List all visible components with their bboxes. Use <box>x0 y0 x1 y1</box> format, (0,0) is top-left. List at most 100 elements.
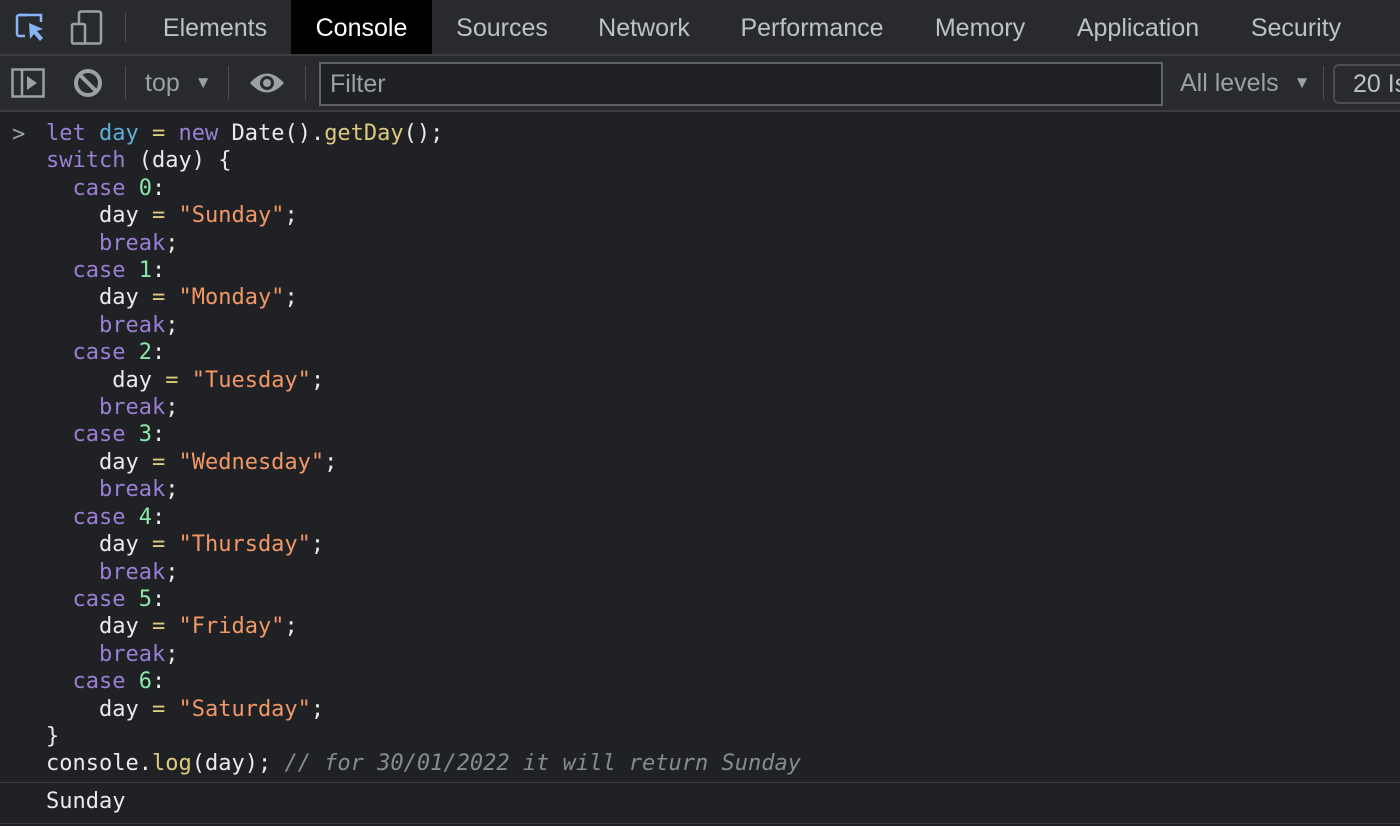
toolbar-separator <box>125 66 126 100</box>
code-token: : <box>151 669 166 695</box>
code-token: = <box>151 203 166 229</box>
log-levels-label: All levels <box>1180 69 1279 97</box>
code-token: new <box>178 121 232 146</box>
code-token: day <box>46 449 152 475</box>
code-line: day = "Tuesday"; <box>46 367 801 394</box>
code-token: = <box>151 532 166 558</box>
tab-network[interactable]: Network <box>574 0 714 54</box>
code-line: day = "Thursday"; <box>46 531 801 558</box>
code-token: break <box>98 641 166 667</box>
code-token: : <box>151 258 166 284</box>
code-token: 4 <box>138 504 152 530</box>
code-token: case <box>72 669 139 695</box>
code-token: ; <box>310 532 325 558</box>
code-token: "Thursday" <box>178 532 311 558</box>
code-token: 3 <box>138 422 152 448</box>
code-token: case <box>72 504 139 530</box>
code-line: case 0: <box>46 175 801 202</box>
console-output-row: Sunday <box>0 782 1400 824</box>
context-selector[interactable]: top ▼ <box>145 56 212 110</box>
tab-application[interactable]: Application <box>1056 0 1220 54</box>
code-token: ; <box>165 395 179 421</box>
code-token: case <box>72 586 139 612</box>
tab-elements[interactable]: Elements <box>140 0 290 54</box>
code-line: case 5: <box>46 586 801 613</box>
code-line: break; <box>46 476 801 503</box>
filter-input[interactable] <box>321 64 1150 104</box>
code-token: 2 <box>138 340 152 366</box>
tab-security[interactable]: Security <box>1228 0 1364 54</box>
code-token: : <box>151 504 166 530</box>
code-token: break <box>98 477 166 503</box>
code-line: day = "Wednesday"; <box>46 449 801 476</box>
tab-memory[interactable]: Memory <box>912 0 1048 54</box>
filter-box <box>319 62 1163 106</box>
code-token: "Wednesday" <box>178 449 325 475</box>
tab-sources[interactable]: Sources <box>436 0 568 54</box>
code-token: 6 <box>138 669 152 695</box>
code-line: let day = new Date().getDay(); <box>46 120 801 147</box>
code-token: : <box>151 340 166 366</box>
log-levels-dropdown[interactable]: All levels ▼ <box>1180 56 1310 110</box>
code-line: day = "Monday"; <box>46 284 801 311</box>
tab-console[interactable]: Console <box>291 0 432 54</box>
inspect-element-icon[interactable] <box>15 10 47 49</box>
issues-counter-label: 20 Issues <box>1353 70 1400 98</box>
code-line: case 6: <box>46 668 801 695</box>
clear-console-icon[interactable] <box>73 68 103 103</box>
code-token: "Tuesday" <box>191 367 311 393</box>
code-line: day = "Saturday"; <box>46 696 801 723</box>
live-expression-eye-icon[interactable] <box>249 70 285 101</box>
code-token: = <box>151 696 166 722</box>
code-line: break; <box>46 312 801 339</box>
code-token: "Sunday" <box>178 203 285 229</box>
code-token: day <box>46 532 152 558</box>
code-line: } <box>46 723 801 750</box>
issues-counter-button[interactable]: 20 Issues <box>1333 64 1400 104</box>
code-token: : <box>151 175 166 201</box>
code-token: ; <box>165 312 179 338</box>
code-line: break; <box>46 641 801 668</box>
code-token: switch <box>46 148 126 174</box>
code-token: day <box>46 614 152 640</box>
console-output-value: Sunday <box>46 789 126 814</box>
code-token: = <box>151 121 166 146</box>
code-token: case <box>72 258 139 284</box>
tab-performance[interactable]: Performance <box>720 0 904 54</box>
code-token: 0 <box>138 175 152 201</box>
console-input-code[interactable]: let day = new Date().getDay(); switch (da… <box>46 120 801 778</box>
code-token: case <box>72 422 139 448</box>
code-token: case <box>72 175 139 201</box>
code-token: ; <box>165 641 179 667</box>
code-token: ; <box>310 696 325 722</box>
code-line: break; <box>46 230 801 257</box>
code-token: log <box>151 751 192 777</box>
dropdown-arrow-icon: ▼ <box>1293 73 1311 92</box>
code-line: case 4: <box>46 504 801 531</box>
code-token: ; <box>165 477 179 503</box>
code-token: ; <box>165 230 179 256</box>
code-token: day <box>98 121 139 146</box>
code-line: console.log(day); // for 30/01/2022 it w… <box>46 750 801 777</box>
code-line: day = "Sunday"; <box>46 202 801 229</box>
code-line: case 3: <box>46 421 801 448</box>
sidebar-toggle-icon[interactable] <box>11 68 45 103</box>
code-token: = <box>151 449 166 475</box>
tab-separator <box>125 12 126 42</box>
code-token: break <box>98 395 166 421</box>
code-token: // for 30/01/2022 it will return Sunday <box>284 751 801 777</box>
device-toolbar-icon[interactable] <box>70 10 104 51</box>
code-line: day = "Friday"; <box>46 613 801 640</box>
